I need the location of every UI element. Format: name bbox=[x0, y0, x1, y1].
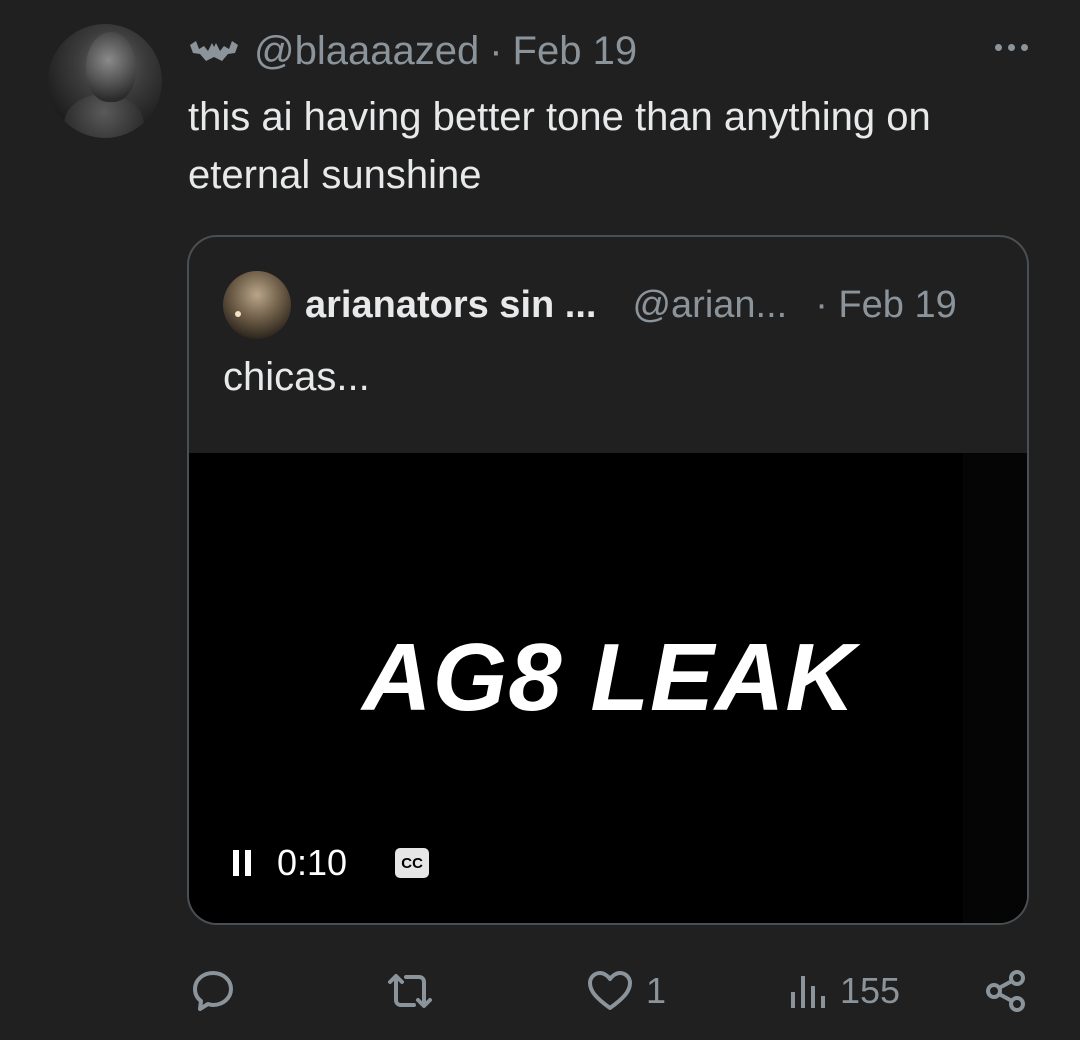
views-count: 155 bbox=[840, 970, 901, 1011]
heart-icon bbox=[588, 971, 632, 1010]
avatar-photo-head bbox=[86, 32, 136, 102]
quoted-author-handle[interactable]: @arian... bbox=[632, 284, 787, 327]
author-handle[interactable]: @blaaaazed bbox=[254, 29, 479, 74]
quoted-header: arianators sin ... @arian... · Feb 19 bbox=[305, 281, 957, 329]
closed-captions-icon[interactable]: CC bbox=[395, 848, 430, 878]
views-icon bbox=[791, 976, 825, 1008]
video-title-text: AG8 LEAK bbox=[362, 624, 856, 731]
reply-button[interactable] bbox=[190, 966, 236, 1016]
quoted-tweet[interactable]: arianators sin ... @arian... · Feb 19 ch… bbox=[187, 235, 1029, 925]
pause-icon[interactable] bbox=[233, 850, 251, 876]
quoted-date[interactable]: · Feb 19 bbox=[815, 284, 957, 327]
action-bar: 1 155 bbox=[0, 966, 1080, 1016]
like-count: 1 bbox=[646, 970, 667, 1011]
share-icon bbox=[986, 970, 1025, 1012]
more-options-icon[interactable] bbox=[995, 44, 1028, 51]
tweet-text: this ai having better tone than anything… bbox=[188, 95, 931, 197]
separator: · bbox=[489, 28, 503, 73]
reply-icon bbox=[193, 971, 233, 1011]
tweet-header: @blaaaazed · Feb 19 bbox=[188, 28, 637, 74]
views-button[interactable]: 155 bbox=[788, 966, 900, 1016]
bat-icon bbox=[190, 41, 238, 61]
like-button[interactable]: 1 bbox=[586, 966, 666, 1016]
video-player[interactable]: AG8 LEAK 0:10 CC bbox=[189, 453, 1027, 923]
tweet[interactable]: @blaaaazed · Feb 19 this ai having bette… bbox=[0, 0, 1080, 1040]
retweet-icon bbox=[388, 974, 432, 1008]
quoted-text: chicas... bbox=[223, 355, 370, 399]
tweet-date[interactable]: Feb 19 bbox=[513, 29, 638, 74]
quoted-author-name[interactable]: arianators sin ... bbox=[305, 284, 596, 327]
retweet-button[interactable] bbox=[384, 966, 436, 1016]
video-controls: 0:10 CC bbox=[233, 837, 430, 889]
avatar[interactable] bbox=[48, 24, 162, 138]
quoted-avatar[interactable] bbox=[223, 271, 291, 339]
share-button[interactable] bbox=[984, 966, 1028, 1016]
video-time: 0:10 bbox=[277, 842, 348, 883]
